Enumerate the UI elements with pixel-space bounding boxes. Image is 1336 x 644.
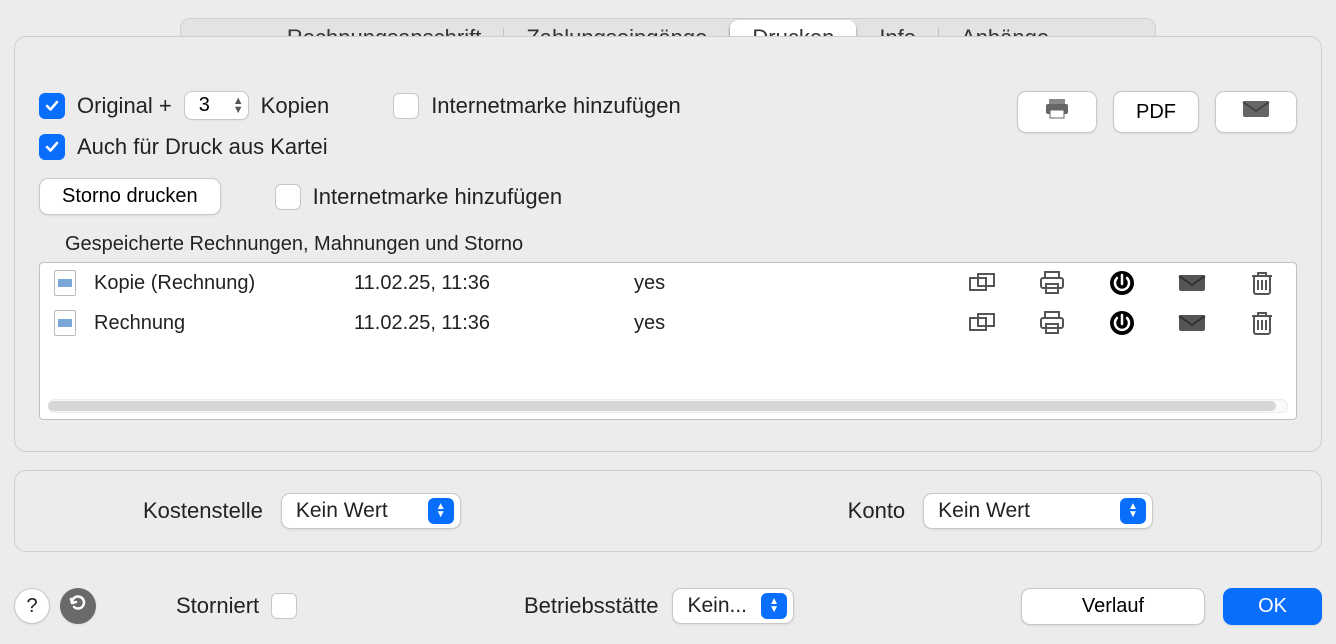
row-name: Kopie (Rechnung) — [94, 272, 344, 295]
open-window-icon[interactable] — [968, 269, 996, 297]
ok-button[interactable]: OK — [1223, 588, 1322, 625]
trash-icon[interactable] — [1248, 309, 1276, 337]
kostenstelle-value: Kein Wert — [296, 499, 388, 523]
internetmarke-label-2: Internetmarke hinzufügen — [313, 184, 563, 210]
auch-druck-checkbox[interactable] — [39, 134, 65, 160]
document-icon — [54, 310, 84, 336]
row-flag: yes — [634, 312, 884, 335]
help-button[interactable]: ? — [14, 588, 50, 624]
row-printer-icon[interactable] — [1038, 309, 1066, 337]
copies-stepper[interactable]: ▲ ▼ — [184, 91, 249, 120]
original-label: Original + — [77, 93, 172, 119]
betriebsstaette-label: Betriebsstätte — [524, 593, 659, 619]
power-icon[interactable] — [1108, 269, 1136, 297]
row-date: 11.02.25, 11:36 — [354, 312, 624, 335]
copies-input[interactable] — [199, 94, 225, 117]
stepper-down-icon[interactable]: ▼ — [233, 106, 244, 115]
storno-drucken-button[interactable]: Storno drucken — [39, 178, 221, 215]
select-handle-icon: ▲▼ — [761, 593, 787, 619]
select-handle-icon: ▲▼ — [1120, 498, 1146, 524]
konto-select[interactable]: Kein Wert ▲▼ — [923, 493, 1153, 529]
kostenstelle-label: Kostenstelle — [143, 498, 263, 524]
betriebsstaette-value: Kein... — [687, 594, 747, 618]
auch-druck-label: Auch für Druck aus Kartei — [77, 134, 328, 160]
internetmarke-label-1: Internetmarke hinzufügen — [431, 93, 681, 119]
trash-icon[interactable] — [1248, 269, 1276, 297]
storniert-label: Storniert — [176, 593, 259, 619]
reload-button[interactable] — [60, 588, 96, 624]
power-icon[interactable] — [1108, 309, 1136, 337]
row-envelope-icon[interactable] — [1178, 309, 1206, 337]
row-printer-icon[interactable] — [1038, 269, 1066, 297]
accounting-panel: Kostenstelle Kein Wert ▲▼ Konto Kein Wer… — [14, 470, 1322, 552]
original-checkbox[interactable] — [39, 93, 65, 119]
konto-label: Konto — [848, 498, 906, 524]
table-row[interactable]: Rechnung 11.02.25, 11:36 yes — [40, 303, 1296, 343]
open-window-icon[interactable] — [968, 309, 996, 337]
select-handle-icon: ▲▼ — [428, 498, 454, 524]
table-row[interactable]: Kopie (Rechnung) 11.02.25, 11:36 yes — [40, 263, 1296, 303]
betriebsstaette-select[interactable]: Kein... ▲▼ — [672, 588, 794, 624]
saved-invoices-table: Kopie (Rechnung) 11.02.25, 11:36 yes Rec… — [39, 262, 1297, 420]
kopien-label: Kopien — [261, 93, 330, 119]
document-icon — [54, 270, 84, 296]
bottom-bar: ? Storniert Betriebsstätte Kein... ▲▼ Ve… — [4, 578, 1332, 634]
kostenstelle-select[interactable]: Kein Wert ▲▼ — [281, 493, 461, 529]
row-flag: yes — [634, 272, 884, 295]
storniert-checkbox[interactable] — [271, 593, 297, 619]
row-date: 11.02.25, 11:36 — [354, 272, 624, 295]
help-icon: ? — [26, 595, 37, 618]
email-button[interactable] — [1215, 91, 1297, 133]
internetmarke-checkbox-1[interactable] — [393, 93, 419, 119]
envelope-icon — [1242, 101, 1270, 123]
row-name: Rechnung — [94, 312, 344, 335]
pdf-button[interactable]: PDF — [1113, 91, 1199, 133]
reload-icon — [68, 593, 88, 619]
verlauf-button[interactable]: Verlauf — [1021, 588, 1205, 625]
print-button[interactable] — [1017, 91, 1097, 133]
scrollbar-thumb[interactable] — [48, 401, 1276, 411]
print-panel: Original + ▲ ▼ Kopien Internetmarke hinz… — [14, 36, 1322, 452]
konto-value: Kein Wert — [938, 499, 1030, 523]
internetmarke-checkbox-2[interactable] — [275, 184, 301, 210]
horizontal-scrollbar[interactable] — [48, 399, 1288, 413]
printer-icon — [1044, 103, 1070, 125]
row-envelope-icon[interactable] — [1178, 269, 1206, 297]
saved-invoices-group-label: Gespeicherte Rechnungen, Mahnungen und S… — [65, 233, 1297, 256]
